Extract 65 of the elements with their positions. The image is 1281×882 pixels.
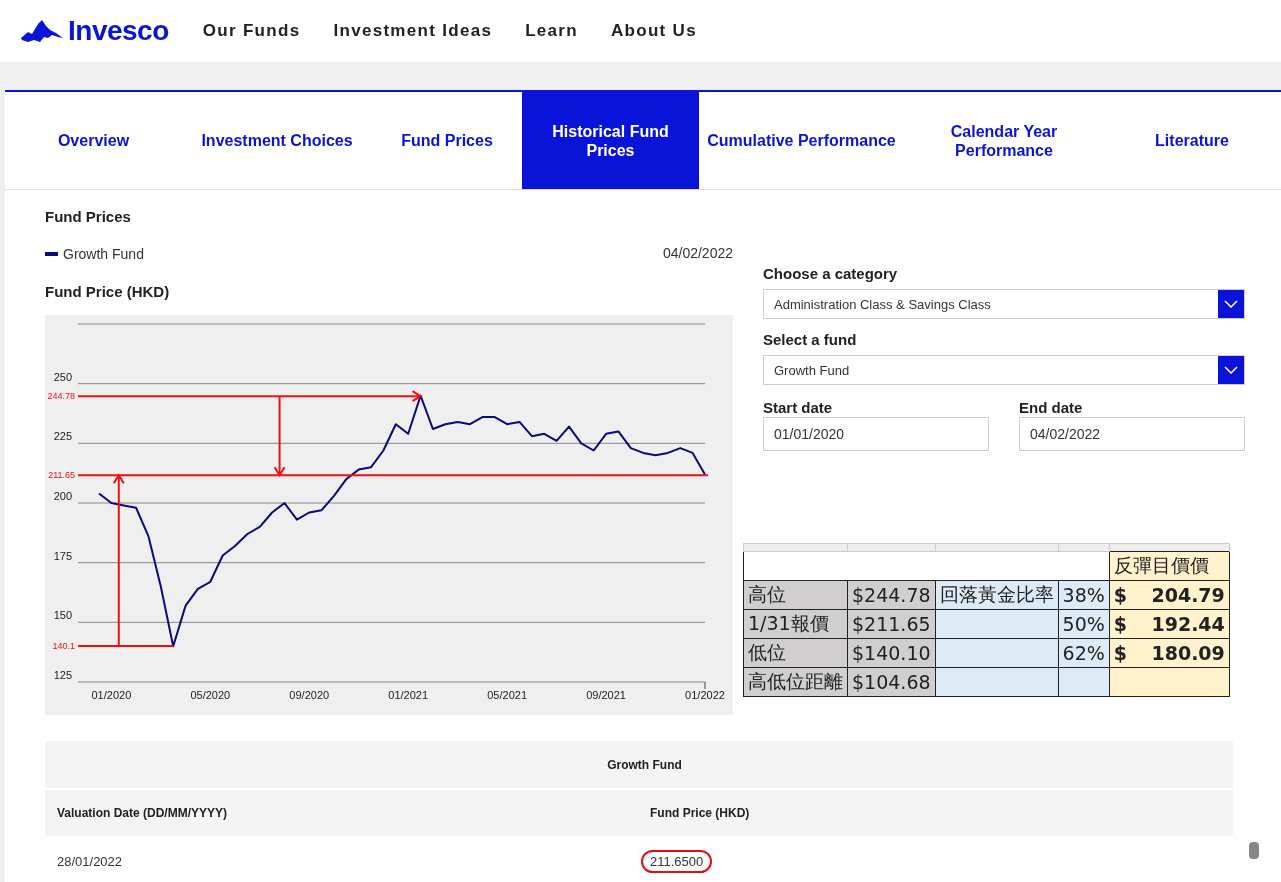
nav-link[interactable]: About Us [610,21,697,41]
logo-wordmark[interactable]: Invesco [68,15,169,47]
nav-link[interactable]: Our Funds [202,21,301,41]
sheet-cell: 低位 [743,638,848,668]
y-axis-label: 225 [53,430,72,443]
tab[interactable]: Investment Choices [182,92,372,189]
level-label: 244.78 [47,391,75,402]
column-header: Valuation Date (DD/MM/YYYY) [45,789,638,837]
x-axis-label: 01/2021 [388,689,429,701]
legend-date: 04/02/2022 [662,245,733,263]
sheet-cell: 高位 [743,580,848,610]
date-field[interactable]: 04/02/2022 [1019,417,1245,451]
scrollbar-thumb[interactable] [1249,842,1259,859]
tab[interactable]: Historical Fund Prices [522,92,699,189]
table-caption: Growth Fund [45,741,1233,789]
x-axis-label: 05/2020 [190,689,231,701]
sheet-cell: $104.68 [847,667,936,697]
sheet-cell: 204.79 [1151,584,1225,606]
y-axis-label: 175 [53,549,72,562]
currency-sign: $ [1113,642,1128,664]
section-title: Fund Prices [45,208,132,227]
field-label: Select a fund [763,331,858,349]
tab[interactable]: Calendar Year Performance [904,92,1104,189]
nav-link[interactable]: Investment Ideas [333,21,493,41]
sheet-cell: 192.44 [1151,613,1225,635]
chevron-down-icon [1224,366,1238,374]
field-label: End date [1019,399,1084,417]
chevron-down-icon [1224,300,1238,308]
sheet-cell: 回落黃金比率 [935,580,1059,610]
sheet-cell: $211.65 [847,609,936,639]
mountain-logo-icon [20,18,64,44]
sheet-cell: 180.09 [1151,642,1225,664]
nav-link[interactable]: Learn [525,21,578,41]
currency-sign: $ [1113,613,1128,635]
table-cell-text: 28/01/2022 [56,853,124,871]
sheet-cell: 高低位距離 [743,667,848,697]
x-axis-label: 01/2020 [91,689,132,701]
legend-label: Growth Fund [63,246,144,262]
dropdown[interactable]: Growth Fund [763,355,1245,385]
level-label: 211.65 [48,470,75,481]
level-label: 140.1 [52,640,75,651]
field-label: Start date [763,399,834,417]
field-label: Choose a category [763,265,899,283]
tab[interactable]: Overview [5,92,182,189]
x-axis-label: 09/2021 [586,689,626,701]
x-axis-label: 09/2020 [289,689,330,701]
tab[interactable]: Literature [1104,92,1280,189]
x-axis-label: 01/2022 [685,689,725,701]
dropdown[interactable]: Administration Class & Savings Class [763,289,1245,319]
sheet-cell: $244.78 [847,580,936,610]
y-axis-label: 125 [53,669,72,681]
currency-sign: $ [1113,584,1128,606]
sheet-cell: 反彈目價價 [1109,551,1230,581]
sheet-cell: 1/31報價 [743,609,848,639]
tab[interactable]: Cumulative Performance [699,92,904,189]
y-axis-label: 200 [53,490,72,502]
column-header: Fund Price (HKD) [638,789,1233,837]
date-field[interactable]: 01/01/2020 [763,417,989,451]
table-cell: 211.6500 [641,850,713,873]
tab[interactable]: Fund Prices [372,92,522,189]
chart-title: Fund Price (HKD) [45,283,171,302]
y-axis-label: 150 [53,609,72,622]
x-axis-label: 05/2021 [487,689,527,701]
y-axis-label: 250 [53,370,72,383]
sheet-cell: $140.10 [847,638,936,668]
